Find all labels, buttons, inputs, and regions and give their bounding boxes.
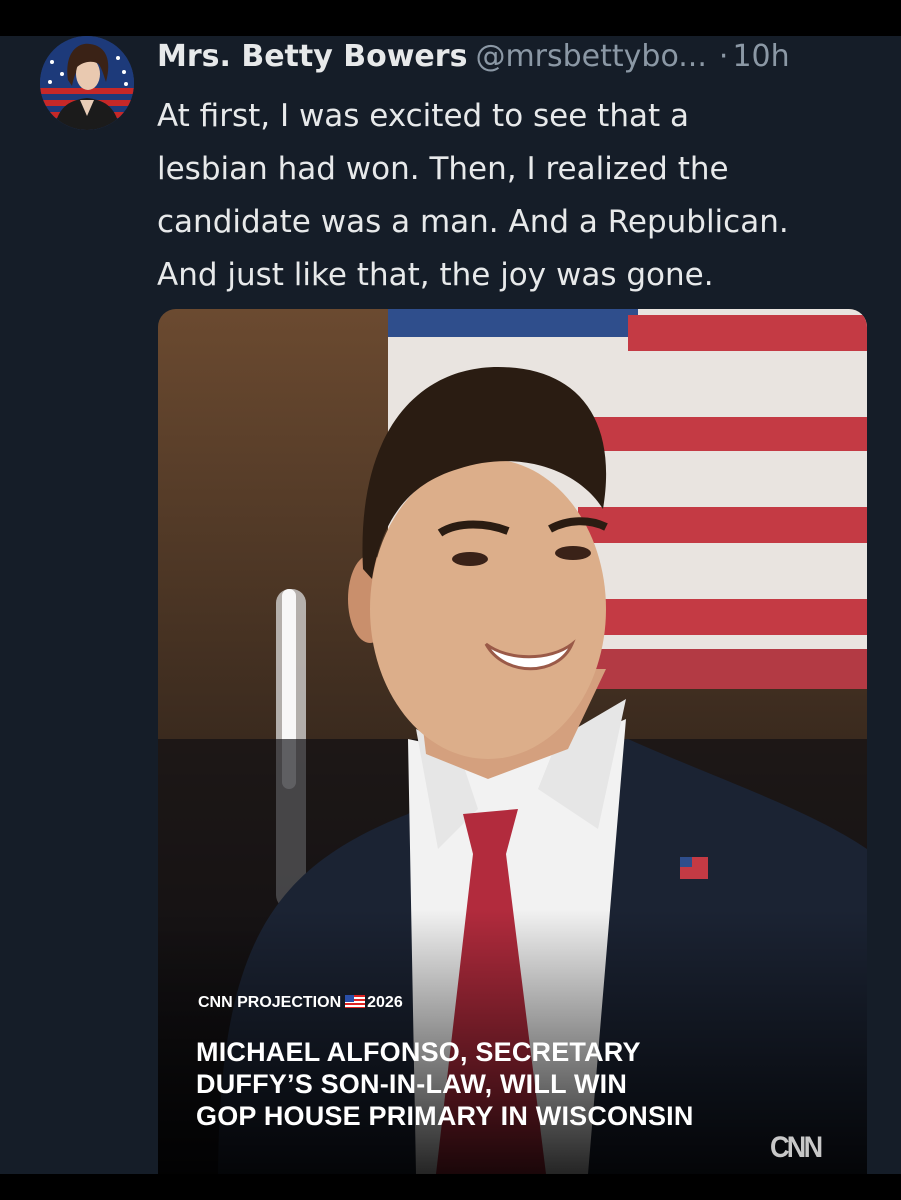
headline-line: GOP HOUSE PRIMARY IN WISCONSIN [196,1101,694,1131]
projection-year: 2026 [367,994,403,1011]
display-name[interactable]: Mrs. Betty Bowers [157,39,467,74]
news-headline: MICHAEL ALFONSO, SECRETARY DUFFY’S SON-I… [196,1036,836,1132]
headline-line: DUFFY’S SON-IN-LAW, WILL WIN [196,1069,628,1099]
handle[interactable]: @mrsbettybo... [475,39,706,74]
headline-line: MICHAEL ALFONSO, SECRETARY [196,1037,641,1067]
tweet-text: At first, I was excited to see that a le… [157,90,877,302]
screen: Mrs. Betty Bowers @mrsbettybo... · 10h At f… [0,0,901,1200]
flag-icon [345,995,366,1008]
timestamp[interactable]: 10h [732,39,789,74]
tweet-text-line: candidate was a man. And a Republican. [157,204,789,240]
tweet[interactable]: Mrs. Betty Bowers @mrsbettybo... · 10h At f… [0,36,901,1174]
tweet-media-image[interactable]: CNN PROJECTION 2026 MICHAEL ALFONSO, SECR… [158,309,867,1174]
tweet-text-line: At first, I was excited to see that a [157,98,689,134]
tweet-text-line: lesbian had won. Then, I realized the [157,151,729,187]
tweet-header: Mrs. Betty Bowers @mrsbettybo... · 10h [157,37,790,77]
avatar-image [40,36,134,130]
avatar[interactable] [40,36,134,130]
projection-label-text: CNN PROJECTION [198,994,342,1011]
cnn-logo: CNN [770,1131,823,1164]
cnn-projection-label: CNN PROJECTION 2026 [198,993,403,1013]
tweet-text-line: And just like that, the joy was gone. [157,257,714,293]
separator-dot: · [718,39,729,74]
